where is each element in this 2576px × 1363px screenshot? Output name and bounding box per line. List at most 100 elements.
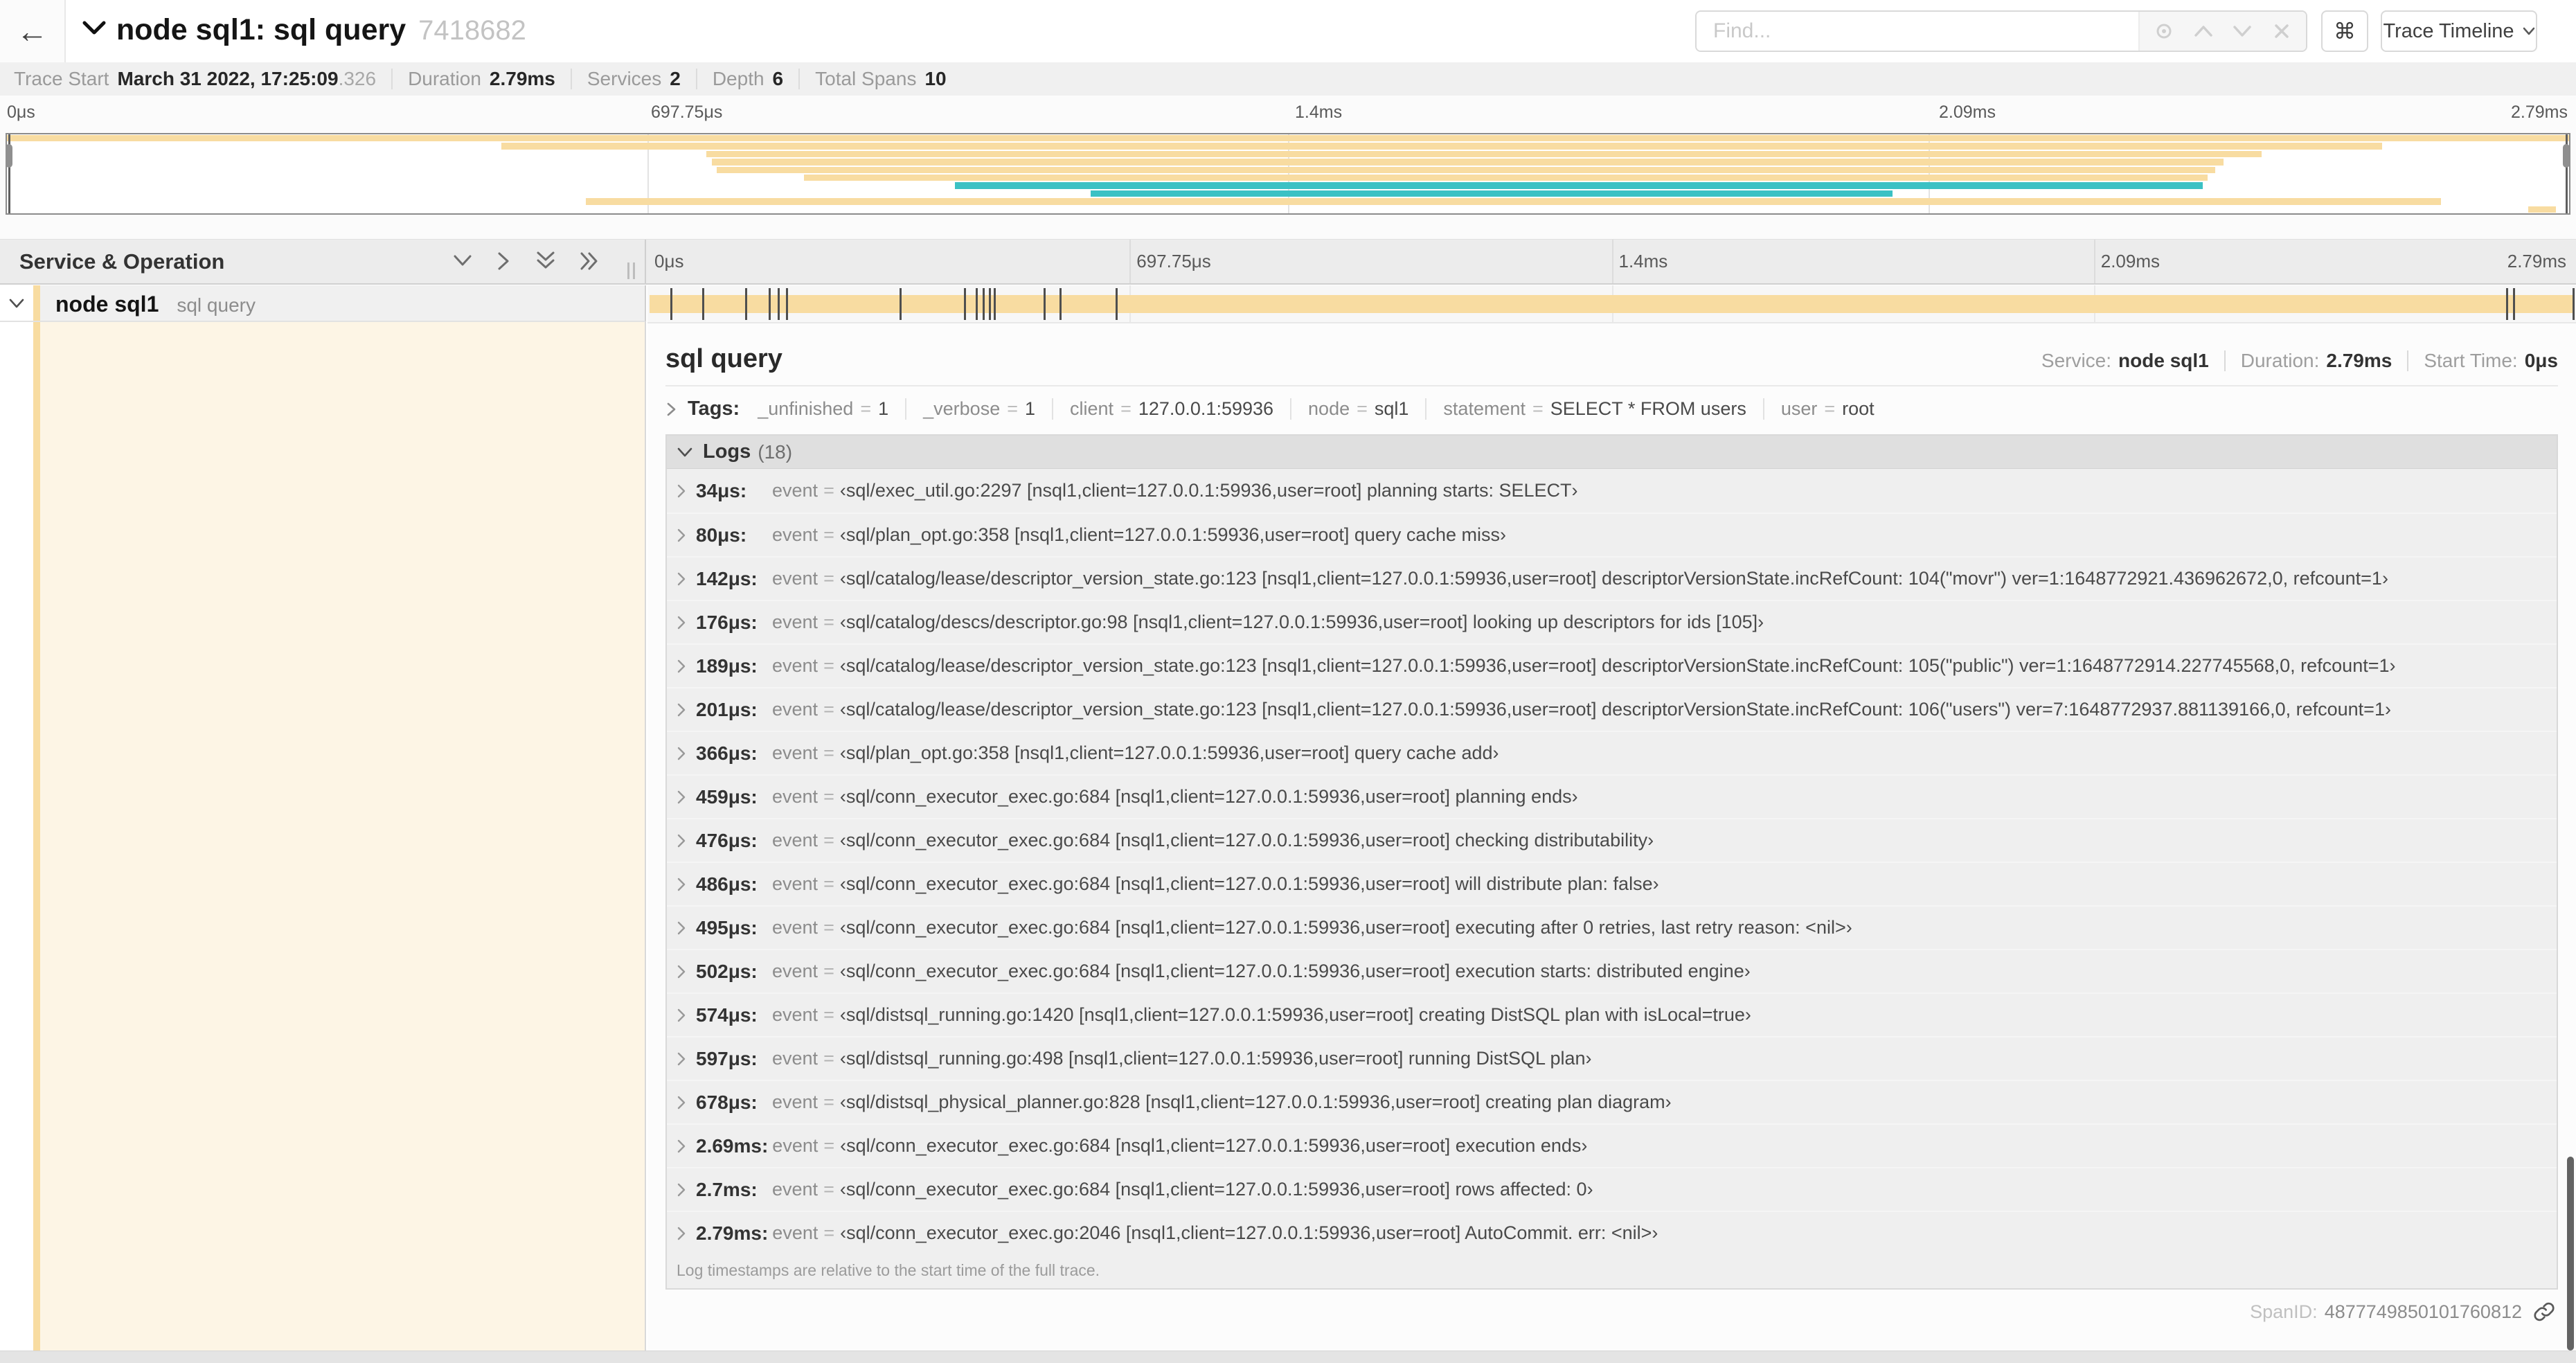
log-row[interactable]: 2.79ms: event = ‹sql/conn_executor_exec.go:… bbox=[667, 1211, 2557, 1254]
expand-one-icon[interactable] bbox=[497, 251, 512, 271]
view-selector-button[interactable]: Trace Timeline bbox=[2381, 10, 2537, 52]
log-row[interactable]: 201μs: event = ‹sql/catalog/lease/descripto… bbox=[667, 687, 2557, 731]
log-marker[interactable] bbox=[1059, 288, 1062, 320]
chevron-right-icon bbox=[677, 965, 686, 978]
prev-match-icon[interactable] bbox=[2188, 16, 2219, 46]
collapse-one-icon[interactable] bbox=[452, 251, 473, 271]
back-button[interactable]: ← bbox=[0, 0, 66, 62]
log-row[interactable]: 366μs: event = ‹sql/plan_opt.go:358 [nsql1,… bbox=[667, 731, 2557, 774]
tag-value: root bbox=[1842, 398, 1875, 419]
minimap-left-scrubber[interactable] bbox=[6, 134, 12, 213]
log-field-value: ‹sql/exec_util.go:2297 [nsql1,client=127… bbox=[839, 480, 1578, 501]
log-field-value: ‹sql/conn_executor_exec.go:684 [nsql1,cl… bbox=[840, 1135, 1588, 1156]
tags-label: Tags: bbox=[688, 398, 740, 420]
log-marker[interactable] bbox=[2572, 288, 2575, 320]
minimap-span bbox=[1091, 190, 1893, 197]
service-value: node sql1 bbox=[2118, 350, 2209, 371]
keyboard-shortcuts-button[interactable]: ⌘ bbox=[2321, 10, 2368, 52]
vertical-scrollbar-thumb[interactable] bbox=[2567, 1157, 2574, 1351]
span-operation-name: sql query bbox=[177, 294, 256, 316]
log-marker[interactable] bbox=[1115, 288, 1118, 320]
tag-value: 1 bbox=[878, 398, 889, 419]
log-row[interactable]: 189μs: event = ‹sql/catalog/lease/descripto… bbox=[667, 643, 2557, 687]
log-marker[interactable] bbox=[964, 288, 967, 320]
log-marker[interactable] bbox=[777, 288, 780, 320]
log-row[interactable]: 486μs: event = ‹sql/conn_executor_exec.go:6… bbox=[667, 862, 2557, 905]
deep-link-icon[interactable] bbox=[2533, 1301, 2555, 1323]
clear-find-icon[interactable] bbox=[2266, 16, 2297, 46]
log-row[interactable]: 502μs: event = ‹sql/conn_executor_exec.go:6… bbox=[667, 949, 2557, 992]
equals-sign: = bbox=[823, 873, 834, 894]
minimap-span bbox=[706, 150, 2262, 158]
chevron-right-icon bbox=[677, 659, 686, 672]
log-field-value: ‹sql/conn_executor_exec.go:2046 [nsql1,c… bbox=[840, 1222, 1658, 1243]
minimap-right-scrubber[interactable] bbox=[2563, 134, 2570, 213]
tag-key: client bbox=[1070, 398, 1114, 419]
log-row[interactable]: 2.7ms: event = ‹sql/conn_executor_exec.go:6… bbox=[667, 1167, 2557, 1211]
log-row[interactable]: 597μs: event = ‹sql/distsql_running.go:498 … bbox=[667, 1036, 2557, 1080]
log-field-key: event bbox=[772, 655, 819, 676]
trace-name: node sql1: sql query bbox=[116, 13, 406, 46]
find-input[interactable] bbox=[1697, 12, 2138, 51]
span-duration-bar[interactable] bbox=[649, 295, 2575, 313]
log-row[interactable]: 459μs: event = ‹sql/conn_executor_exec.go:6… bbox=[667, 774, 2557, 818]
log-row[interactable]: 80μs: event = ‹sql/plan_opt.go:358 [nsql1,c… bbox=[667, 513, 2557, 556]
log-row[interactable]: 2.69ms: event = ‹sql/conn_executor_exec.go:… bbox=[667, 1123, 2557, 1167]
tick-label: 2.09ms bbox=[2100, 251, 2161, 271]
summary-label: Services bbox=[587, 68, 662, 89]
log-marker[interactable] bbox=[989, 288, 992, 320]
log-field-value: ‹sql/conn_executor_exec.go:684 [nsql1,cl… bbox=[839, 1179, 1593, 1200]
column-resize-grip[interactable] bbox=[627, 262, 635, 279]
log-row[interactable]: 142μs: event = ‹sql/catalog/lease/descripto… bbox=[667, 556, 2557, 600]
logs-header[interactable]: Logs (18) bbox=[667, 436, 2557, 469]
chevron-right-icon bbox=[677, 747, 686, 760]
log-marker[interactable] bbox=[670, 288, 672, 320]
log-marker[interactable] bbox=[900, 288, 902, 320]
span-row-name-cell[interactable]: node sql1 sql query bbox=[0, 285, 646, 322]
chevron-right-icon bbox=[677, 834, 686, 847]
horizontal-scrollbar-track[interactable] bbox=[0, 1351, 2576, 1363]
locate-icon[interactable] bbox=[2149, 16, 2179, 46]
log-marker[interactable] bbox=[701, 288, 704, 320]
find-group bbox=[1695, 10, 2307, 52]
log-marker[interactable] bbox=[768, 288, 771, 320]
trace-collapse-toggle[interactable] bbox=[82, 19, 107, 36]
logs-accordian: Logs (18) 34μs: event = ‹sql/exec_util.go:2… bbox=[665, 434, 2558, 1290]
log-marker[interactable] bbox=[983, 288, 985, 320]
log-row[interactable]: 574μs: event = ‹sql/distsql_running.go:1420… bbox=[667, 992, 2557, 1036]
log-row[interactable]: 176μs: event = ‹sql/catalog/descs/descripto… bbox=[667, 600, 2557, 643]
log-marker[interactable] bbox=[785, 288, 788, 320]
log-timestamp: 142μs: bbox=[696, 567, 758, 589]
collapse-all-icon[interactable] bbox=[535, 251, 556, 271]
equals-sign: = bbox=[823, 830, 834, 850]
log-marker[interactable] bbox=[744, 288, 747, 320]
minimap-canvas[interactable] bbox=[6, 133, 2570, 215]
log-marker[interactable] bbox=[1043, 288, 1046, 320]
next-match-icon[interactable] bbox=[2227, 16, 2257, 46]
log-field-key: event bbox=[772, 1179, 819, 1200]
expand-all-icon[interactable] bbox=[580, 251, 600, 271]
log-marker[interactable] bbox=[994, 288, 996, 320]
log-row[interactable]: 476μs: event = ‹sql/conn_executor_exec.go:6… bbox=[667, 818, 2557, 862]
chevron-down-icon bbox=[677, 447, 692, 456]
log-timestamp: 2.7ms: bbox=[696, 1178, 758, 1200]
log-row[interactable]: 678μs: event = ‹sql/distsql_physical_planne… bbox=[667, 1080, 2557, 1123]
log-field-value: ‹sql/distsql_running.go:1420 [nsql1,clie… bbox=[839, 1004, 1751, 1025]
chevron-right-icon bbox=[677, 1096, 686, 1109]
log-row[interactable]: 34μs: event = ‹sql/exec_util.go:2297 [nsql1… bbox=[667, 469, 2557, 513]
log-marker[interactable] bbox=[2513, 288, 2516, 320]
equals-sign: = bbox=[823, 568, 834, 589]
minimap-span-row bbox=[7, 158, 2569, 166]
log-row[interactable]: 495μs: event = ‹sql/conn_executor_exec.go:6… bbox=[667, 905, 2557, 949]
tag-value: 127.0.0.1:59936 bbox=[1138, 398, 1274, 419]
tags-accordian[interactable]: Tags: _unfinished = 1 _verbose = 1 client = 127.… bbox=[647, 386, 2576, 431]
chevron-down-icon bbox=[9, 299, 24, 308]
log-marker[interactable] bbox=[976, 288, 978, 320]
jaeger-trace-page: ← node sql1: sql query 7418682 Find... ⌘… bbox=[0, 0, 2576, 1363]
log-marker[interactable] bbox=[2506, 288, 2509, 320]
chevron-right-icon bbox=[677, 1227, 686, 1240]
logs-list: 34μs: event = ‹sql/exec_util.go:2297 [nsql1… bbox=[667, 469, 2557, 1254]
chevron-right-icon bbox=[677, 572, 686, 585]
span-collapse-gutter[interactable] bbox=[0, 285, 33, 321]
trace-summary-item: Services 2 bbox=[570, 68, 696, 89]
